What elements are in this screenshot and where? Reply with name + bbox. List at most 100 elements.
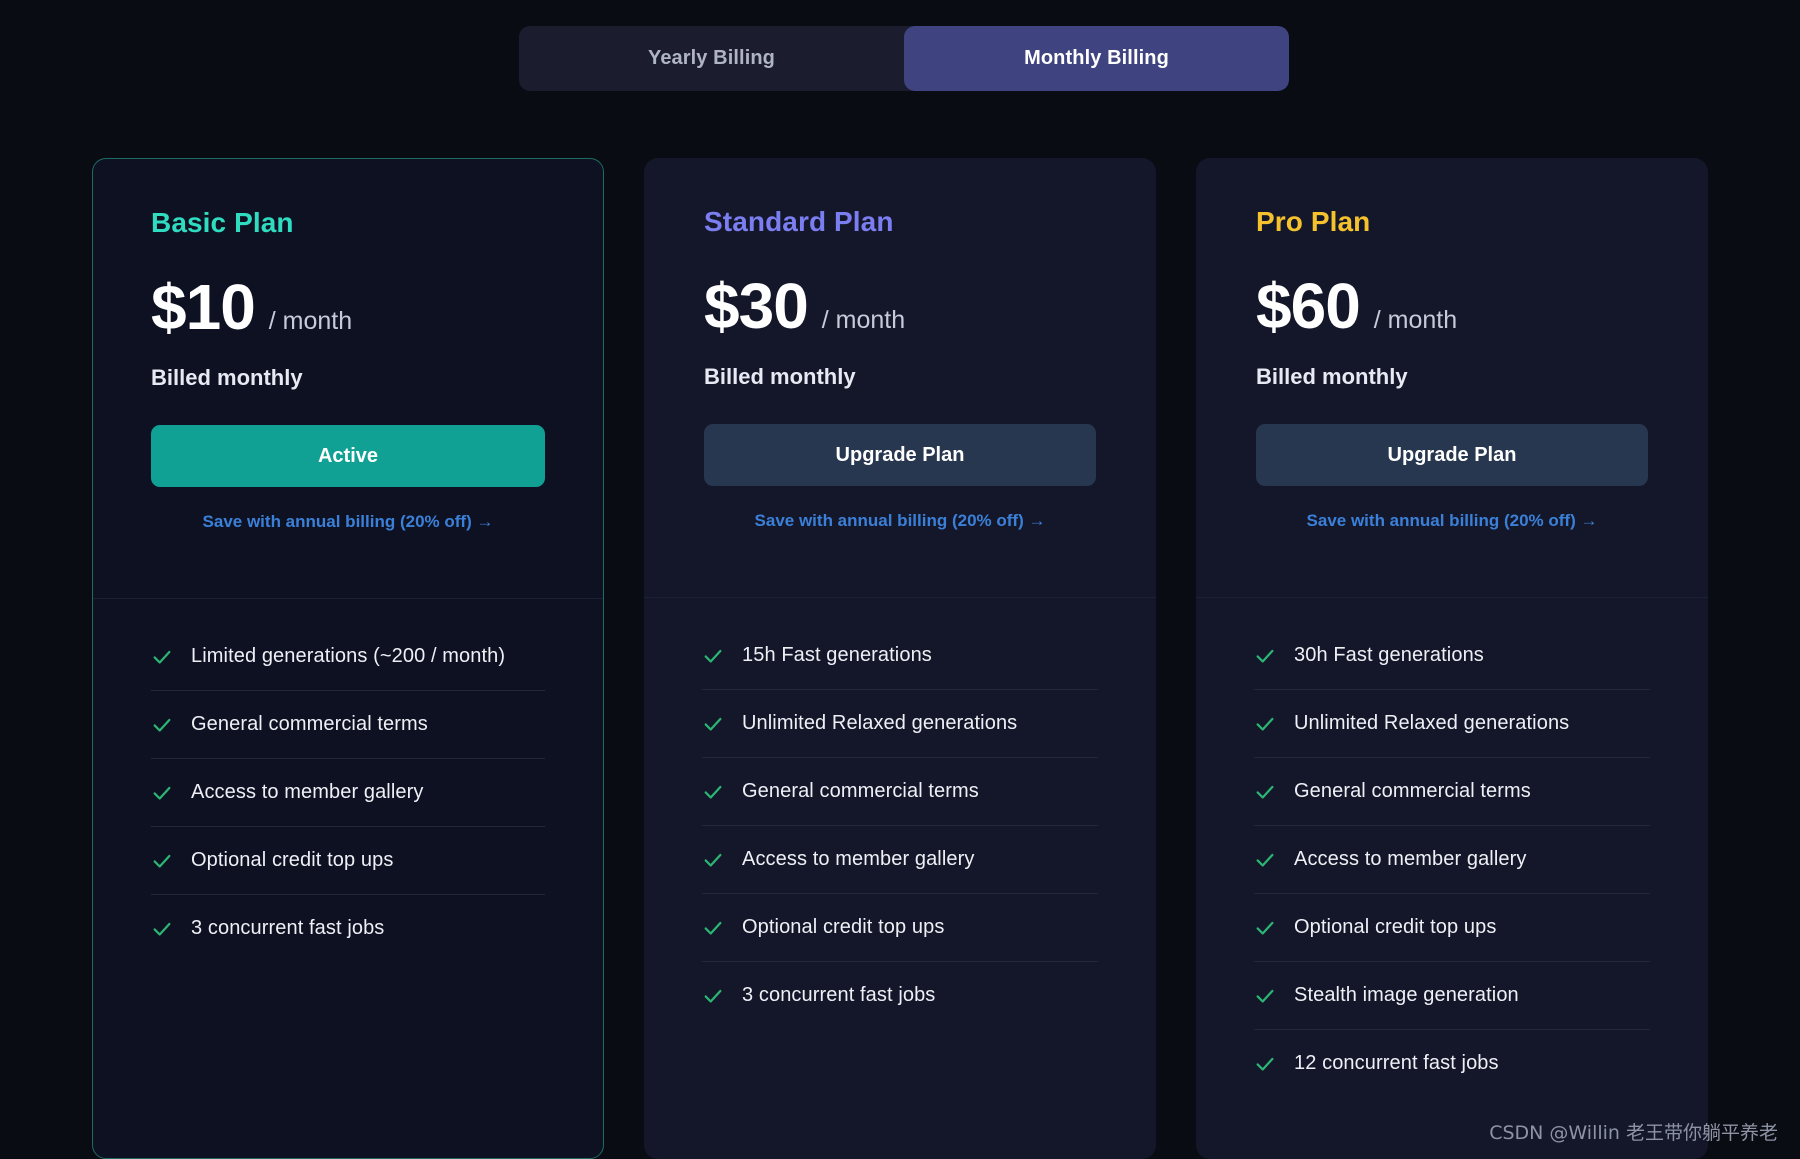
plan-name-standard: Standard Plan: [704, 206, 894, 237]
plan-period-pro: / month: [1373, 306, 1458, 334]
header-divider-standard: [644, 597, 1156, 598]
plan-header-standard: Standard Plan $30 / month Billed monthly…: [644, 158, 1156, 598]
list-item: Optional credit top ups: [702, 894, 1098, 962]
feature-label: Access to member gallery: [1294, 848, 1527, 870]
list-item: Optional credit top ups: [151, 827, 545, 895]
save-annual-label-basic: Save with annual billing (20% off): [202, 512, 472, 531]
plan-price-standard: $30: [704, 270, 809, 342]
plan-cta-basic[interactable]: Active: [151, 425, 545, 487]
feature-label: Unlimited Relaxed generations: [1294, 712, 1570, 734]
feature-label: 3 concurrent fast jobs: [742, 984, 936, 1006]
check-icon: [153, 786, 171, 800]
list-item: 12 concurrent fast jobs: [1254, 1030, 1650, 1097]
plan-price-pro: $60: [1256, 270, 1361, 342]
billing-toggle[interactable]: Yearly Billing Monthly Billing: [519, 26, 1289, 91]
list-item: Access to member gallery: [151, 759, 545, 827]
feature-list-standard: 15h Fast generations Unlimited Relaxed g…: [644, 598, 1156, 1069]
arrow-right-icon: →: [476, 512, 494, 531]
list-item: General commercial terms: [1254, 758, 1650, 826]
toggle-option-yearly[interactable]: Yearly Billing: [519, 26, 904, 91]
plan-header-basic: Basic Plan $10 / month Billed monthly Ac…: [93, 159, 603, 599]
pricing-page: Yearly Billing Monthly Billing Basic Pla…: [0, 0, 1800, 1159]
check-icon: [153, 854, 171, 868]
plan-name-pro: Pro Plan: [1256, 206, 1371, 237]
save-annual-label-pro: Save with annual billing (20% off): [1306, 511, 1576, 530]
list-item: General commercial terms: [702, 758, 1098, 826]
feature-label: Optional credit top ups: [191, 849, 394, 871]
list-item: Access to member gallery: [702, 826, 1098, 894]
check-icon: [1256, 649, 1274, 663]
check-icon: [153, 718, 171, 732]
check-icon: [1256, 989, 1274, 1003]
plan-billed-note-standard: Billed monthly: [704, 364, 856, 389]
list-item: Stealth image generation: [1254, 962, 1650, 1030]
arrow-right-icon: →: [1580, 511, 1598, 530]
plan-cta-standard[interactable]: Upgrade Plan: [704, 424, 1096, 486]
header-divider-basic: [93, 598, 603, 599]
save-annual-link-standard[interactable]: Save with annual billing (20% off) →: [704, 511, 1096, 531]
check-icon: [1256, 853, 1274, 867]
check-icon: [1256, 1057, 1274, 1071]
plan-period-standard: / month: [821, 306, 906, 334]
check-icon: [704, 853, 722, 867]
watermark: CSDN @Willin 老王带你躺平养老: [1489, 1122, 1778, 1144]
feature-label: Limited generations (~200 / month): [191, 645, 506, 667]
plan-card-basic: Basic Plan $10 / month Billed monthly Ac…: [92, 158, 604, 1159]
feature-label: 12 concurrent fast jobs: [1294, 1052, 1499, 1074]
toggle-option-monthly[interactable]: Monthly Billing: [904, 26, 1289, 91]
check-icon: [704, 989, 722, 1003]
check-icon: [704, 717, 722, 731]
feature-label: Unlimited Relaxed generations: [742, 712, 1018, 734]
list-item: Access to member gallery: [1254, 826, 1650, 894]
feature-label: Stealth image generation: [1294, 984, 1519, 1006]
feature-label: 30h Fast generations: [1294, 644, 1484, 666]
check-icon: [1256, 717, 1274, 731]
list-item: 30h Fast generations: [1254, 622, 1650, 690]
plan-cta-pro[interactable]: Upgrade Plan: [1256, 424, 1648, 486]
plan-period-basic: / month: [268, 307, 353, 335]
plan-card-standard: Standard Plan $30 / month Billed monthly…: [644, 158, 1156, 1159]
billing-toggle-container: Yearly Billing Monthly Billing: [519, 26, 1289, 91]
save-annual-link-basic[interactable]: Save with annual billing (20% off) →: [151, 512, 545, 532]
check-icon: [704, 649, 722, 663]
feature-label: General commercial terms: [742, 780, 979, 802]
plan-price-row-pro: $60 / month: [1256, 274, 1648, 338]
list-item: 3 concurrent fast jobs: [151, 895, 545, 962]
list-item: General commercial terms: [151, 691, 545, 759]
check-icon: [704, 921, 722, 935]
check-icon: [153, 650, 171, 664]
feature-label: Optional credit top ups: [742, 916, 945, 938]
check-icon: [153, 922, 171, 936]
plan-price-row-standard: $30 / month: [704, 274, 1096, 338]
save-annual-link-pro[interactable]: Save with annual billing (20% off) →: [1256, 511, 1648, 531]
plan-billed-note-pro: Billed monthly: [1256, 364, 1408, 389]
plan-card-pro: Pro Plan $60 / month Billed monthly Upgr…: [1196, 158, 1708, 1159]
feature-label: Access to member gallery: [191, 781, 424, 803]
arrow-right-icon: →: [1028, 511, 1046, 530]
save-annual-label-standard: Save with annual billing (20% off): [754, 511, 1024, 530]
plan-price-basic: $10: [151, 271, 256, 343]
plan-cards-row: Basic Plan $10 / month Billed monthly Ac…: [0, 158, 1800, 1159]
list-item: 3 concurrent fast jobs: [702, 962, 1098, 1029]
list-item: Limited generations (~200 / month): [151, 623, 545, 691]
list-item: Unlimited Relaxed generations: [1254, 690, 1650, 758]
list-item: Unlimited Relaxed generations: [702, 690, 1098, 758]
feature-list-basic: Limited generations (~200 / month) Gener…: [93, 599, 603, 1002]
feature-list-pro: 30h Fast generations Unlimited Relaxed g…: [1196, 598, 1708, 1137]
list-item: 15h Fast generations: [702, 622, 1098, 690]
feature-label: General commercial terms: [1294, 780, 1531, 802]
feature-label: Access to member gallery: [742, 848, 975, 870]
feature-label: Optional credit top ups: [1294, 916, 1497, 938]
check-icon: [1256, 921, 1274, 935]
plan-name-basic: Basic Plan: [151, 207, 294, 238]
feature-label: 15h Fast generations: [742, 644, 932, 666]
list-item: Optional credit top ups: [1254, 894, 1650, 962]
header-divider-pro: [1196, 597, 1708, 598]
check-icon: [1256, 785, 1274, 799]
feature-label: General commercial terms: [191, 713, 428, 735]
plan-header-pro: Pro Plan $60 / month Billed monthly Upgr…: [1196, 158, 1708, 598]
feature-label: 3 concurrent fast jobs: [191, 917, 385, 939]
check-icon: [704, 785, 722, 799]
plan-price-row-basic: $10 / month: [151, 275, 545, 339]
plan-billed-note-basic: Billed monthly: [151, 365, 303, 390]
